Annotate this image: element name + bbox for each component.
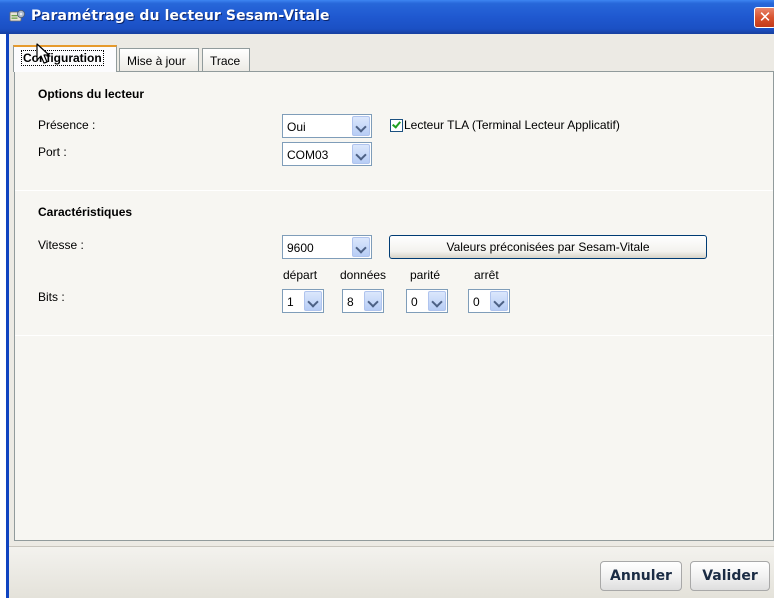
chevron-down-icon[interactable]	[352, 116, 370, 136]
configuration-panel	[14, 71, 774, 541]
window-title: Paramétrage du lecteur Sesam-Vitale	[31, 8, 330, 24]
presence-value: Oui	[287, 120, 306, 134]
tab-mise-a-jour[interactable]: Mise à jour	[119, 48, 199, 72]
mouse-pointer-icon	[36, 43, 50, 64]
chevron-down-icon[interactable]	[304, 291, 322, 311]
data-bits-value: 8	[347, 295, 354, 309]
start-bits-value: 1	[287, 295, 294, 309]
chevron-down-icon[interactable]	[428, 291, 446, 311]
chevron-down-icon[interactable]	[352, 237, 370, 257]
presence-select[interactable]: Oui	[282, 114, 372, 138]
speed-label: Vitesse :	[38, 238, 84, 252]
section-divider	[15, 190, 773, 191]
speed-select[interactable]: 9600	[282, 235, 372, 259]
start-bits-select[interactable]: 1	[282, 289, 324, 313]
title-bar[interactable]: Paramétrage du lecteur Sesam-Vitale ✕	[0, 0, 774, 34]
section-divider	[15, 335, 773, 336]
bits-header-parite: parité	[410, 268, 441, 282]
tab-label: Trace	[210, 54, 241, 68]
bits-header-donnees: données	[340, 268, 387, 282]
stop-bits-select[interactable]: 0	[468, 289, 510, 313]
bits-label: Bits :	[38, 290, 65, 304]
tla-checkbox-label[interactable]: Lecteur TLA (Terminal Lecteur Applicatif…	[404, 118, 620, 132]
bits-header-depart: départ	[283, 268, 318, 282]
chevron-down-icon[interactable]	[364, 291, 382, 311]
bits-header-arret: arrêt	[474, 268, 499, 282]
validate-button[interactable]: Valider	[690, 561, 770, 591]
chevron-down-icon[interactable]	[352, 144, 370, 164]
stop-bits-value: 0	[473, 295, 480, 309]
presence-label: Présence :	[38, 118, 96, 132]
tab-label: Configuration	[21, 50, 104, 66]
parity-value: 0	[411, 295, 418, 309]
settings-gear-icon	[9, 10, 25, 22]
speed-value: 9600	[287, 241, 314, 255]
section-title-options: Options du lecteur	[38, 87, 145, 101]
data-bits-select[interactable]: 8	[342, 289, 384, 313]
checkmark-icon	[392, 119, 401, 129]
port-label: Port :	[38, 145, 67, 159]
tab-label: Mise à jour	[127, 54, 186, 68]
recommended-values-button[interactable]: Valeurs préconisées par Sesam-Vitale	[389, 235, 707, 259]
cancel-button[interactable]: Annuler	[600, 561, 682, 591]
tla-checkbox[interactable]	[390, 119, 403, 132]
tab-trace[interactable]: Trace	[202, 48, 250, 72]
close-icon[interactable]: ✕	[754, 7, 774, 28]
port-value: COM03	[287, 148, 329, 162]
tab-configuration[interactable]: Configuration	[13, 45, 117, 72]
chevron-down-icon[interactable]	[490, 291, 508, 311]
parity-select[interactable]: 0	[406, 289, 448, 313]
port-select[interactable]: COM03	[282, 142, 372, 166]
section-title-characteristics: Caractéristiques	[38, 205, 133, 219]
